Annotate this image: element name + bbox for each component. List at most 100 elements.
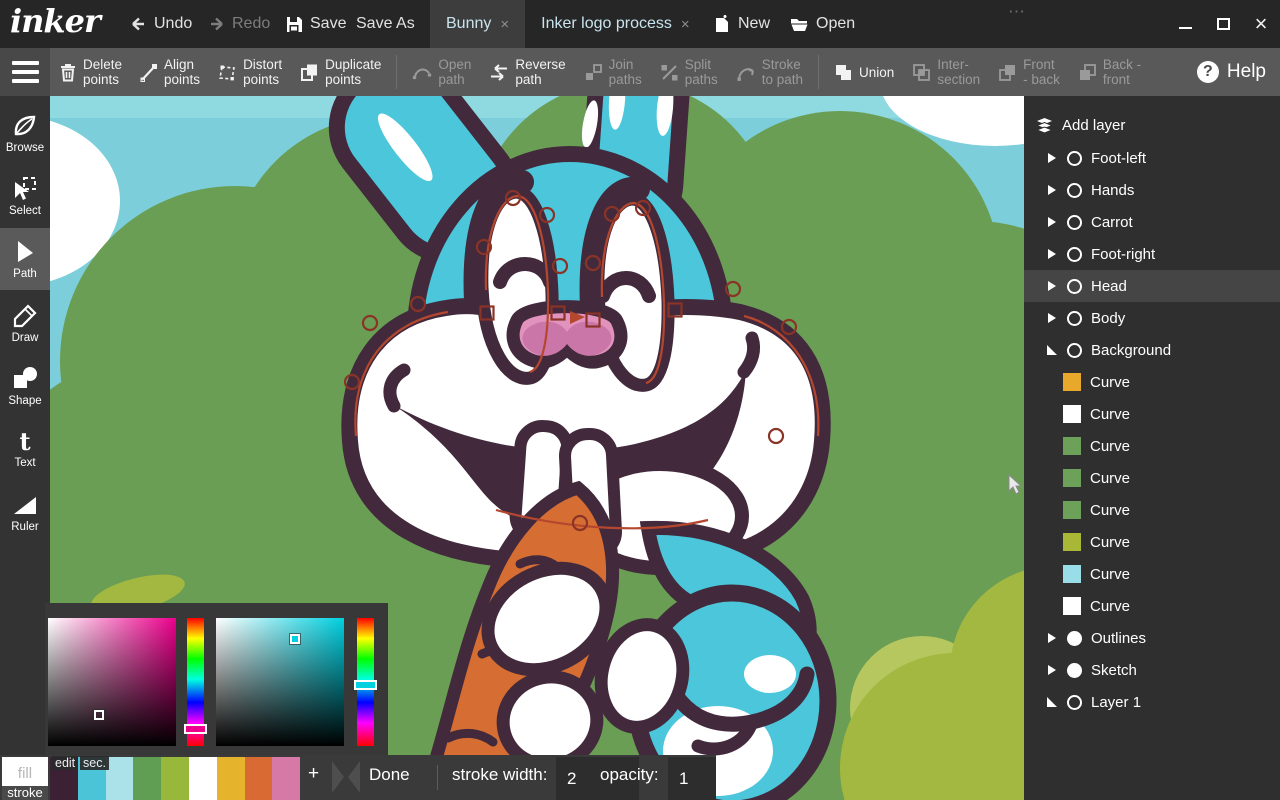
- layer-circle-icon[interactable]: [1067, 343, 1082, 358]
- saturation-value-square-secondary[interactable]: [216, 618, 344, 746]
- expander-icon[interactable]: [1046, 216, 1058, 228]
- expander-icon[interactable]: [1046, 184, 1058, 196]
- layer-row-carrot[interactable]: Carrot: [1024, 206, 1280, 238]
- layer-row-background[interactable]: Background: [1024, 334, 1280, 366]
- layer-circle-icon[interactable]: [1067, 151, 1082, 166]
- palette-swatch[interactable]: [161, 757, 189, 800]
- open-path-button[interactable]: Openpath: [403, 48, 480, 96]
- expander-expanded-icon[interactable]: [1046, 696, 1058, 708]
- tool-shape[interactable]: Shape: [0, 355, 50, 417]
- distort-points-button[interactable]: Distortpoints: [209, 48, 291, 96]
- expander-icon[interactable]: [1046, 664, 1058, 676]
- expander-icon[interactable]: [1046, 152, 1058, 164]
- palette-swatch[interactable]: [272, 757, 300, 800]
- hue-slider-primary[interactable]: [187, 618, 204, 746]
- layer-row-layer-1[interactable]: Layer 1: [1024, 686, 1280, 718]
- layer-circle-icon[interactable]: [1067, 279, 1082, 294]
- save-button[interactable]: Save: [286, 0, 346, 48]
- sv-cursor[interactable]: [94, 710, 104, 720]
- expander-icon[interactable]: [1046, 248, 1058, 260]
- layer-row-body[interactable]: Body: [1024, 302, 1280, 334]
- palette-swatch[interactable]: [133, 757, 161, 800]
- curve-color-swatch[interactable]: [1063, 597, 1081, 615]
- layer-row-curve[interactable]: Curve: [1024, 398, 1280, 430]
- tool-text[interactable]: t Text: [0, 418, 50, 480]
- add-layer-button[interactable]: Add layer: [1024, 96, 1280, 142]
- union-button[interactable]: Union: [825, 48, 903, 96]
- reverse-path-button[interactable]: Reversepath: [480, 48, 574, 96]
- layer-circle-icon[interactable]: [1067, 247, 1082, 262]
- tab-bunny[interactable]: Bunny ×: [430, 0, 525, 48]
- saturation-value-square-primary[interactable]: [48, 618, 176, 746]
- maximize-button[interactable]: [1212, 13, 1234, 35]
- layer-row-curve[interactable]: Curve: [1024, 590, 1280, 622]
- layer-row-curve[interactable]: Curve: [1024, 366, 1280, 398]
- palette-swatch[interactable]: [106, 757, 134, 800]
- opacity-input[interactable]: 1: [668, 757, 716, 800]
- curve-color-swatch[interactable]: [1063, 373, 1081, 391]
- tool-path[interactable]: Path: [0, 228, 50, 290]
- layer-circle-icon[interactable]: [1067, 663, 1082, 678]
- sv-cursor[interactable]: [290, 634, 300, 644]
- layer-circle-icon[interactable]: [1067, 695, 1082, 710]
- join-paths-button[interactable]: Joinpaths: [575, 48, 651, 96]
- save-as-button[interactable]: Save As: [356, 0, 415, 48]
- hamburger-menu-button[interactable]: [0, 48, 50, 96]
- layer-row-sketch[interactable]: Sketch: [1024, 654, 1280, 686]
- add-swatch-button[interactable]: +: [308, 763, 319, 785]
- layer-circle-icon[interactable]: [1067, 183, 1082, 198]
- close-button[interactable]: ×: [1250, 13, 1272, 35]
- tab-close-icon[interactable]: ×: [681, 16, 690, 33]
- layer-circle-icon[interactable]: [1067, 631, 1082, 646]
- hue-cursor[interactable]: [184, 724, 207, 734]
- layer-row-head[interactable]: Head: [1024, 270, 1280, 302]
- expander-expanded-icon[interactable]: [1046, 344, 1058, 356]
- curve-color-swatch[interactable]: [1063, 533, 1081, 551]
- tool-ruler[interactable]: Ruler: [0, 481, 50, 543]
- curve-color-swatch[interactable]: [1063, 469, 1081, 487]
- palette-swatch[interactable]: [217, 757, 245, 800]
- duplicate-points-button[interactable]: Duplicatepoints: [291, 48, 390, 96]
- layer-row-hands[interactable]: Hands: [1024, 174, 1280, 206]
- hue-cursor[interactable]: [354, 680, 377, 690]
- done-button[interactable]: Done: [369, 765, 410, 785]
- align-points-button[interactable]: Alignpoints: [131, 48, 209, 96]
- minimize-button[interactable]: [1174, 13, 1196, 35]
- tab-inker-logo-process[interactable]: Inker logo process ×: [525, 0, 706, 48]
- redo-button[interactable]: Redo: [208, 0, 270, 48]
- help-button[interactable]: ? Help: [1197, 61, 1266, 83]
- hue-slider-secondary[interactable]: [357, 618, 374, 746]
- layer-row-curve[interactable]: Curve: [1024, 558, 1280, 590]
- intersection-button[interactable]: Inter-section: [903, 48, 989, 96]
- tab-close-icon[interactable]: ×: [500, 16, 509, 33]
- layer-row-curve[interactable]: Curve: [1024, 462, 1280, 494]
- undo-button[interactable]: Undo: [130, 0, 192, 48]
- stroke-to-path-button[interactable]: Stroketo path: [727, 48, 812, 96]
- expander-icon[interactable]: [1046, 280, 1058, 292]
- layer-circle-icon[interactable]: [1067, 311, 1082, 326]
- curve-color-swatch[interactable]: [1063, 437, 1081, 455]
- tool-browse[interactable]: Browse: [0, 102, 50, 164]
- layer-row-foot-left[interactable]: Foot-left: [1024, 142, 1280, 174]
- open-file-button[interactable]: Open: [790, 0, 855, 48]
- front-back-button[interactable]: Front- back: [989, 48, 1069, 96]
- tool-draw[interactable]: Draw: [0, 292, 50, 354]
- expander-icon[interactable]: [1046, 312, 1058, 324]
- layer-row-curve[interactable]: Curve: [1024, 430, 1280, 462]
- curve-color-swatch[interactable]: [1063, 405, 1081, 423]
- split-paths-button[interactable]: Splitpaths: [651, 48, 727, 96]
- curve-color-swatch[interactable]: [1063, 501, 1081, 519]
- layer-circle-icon[interactable]: [1067, 215, 1082, 230]
- layer-row-outlines[interactable]: Outlines: [1024, 622, 1280, 654]
- overflow-menu-icon[interactable]: ⋯: [1008, 2, 1026, 22]
- tool-select[interactable]: Select: [0, 165, 50, 227]
- palette-swatch[interactable]: [189, 757, 217, 800]
- expander-icon[interactable]: [1046, 632, 1058, 644]
- fill-stroke-widget[interactable]: fill stroke: [0, 755, 50, 800]
- new-file-button[interactable]: New: [714, 0, 770, 48]
- mirror-icon[interactable]: [331, 759, 361, 795]
- layer-row-foot-right[interactable]: Foot-right: [1024, 238, 1280, 270]
- back-front-button[interactable]: Back -front: [1069, 48, 1150, 96]
- stroke-color-chip[interactable]: stroke: [2, 786, 48, 800]
- layer-row-curve[interactable]: Curve: [1024, 526, 1280, 558]
